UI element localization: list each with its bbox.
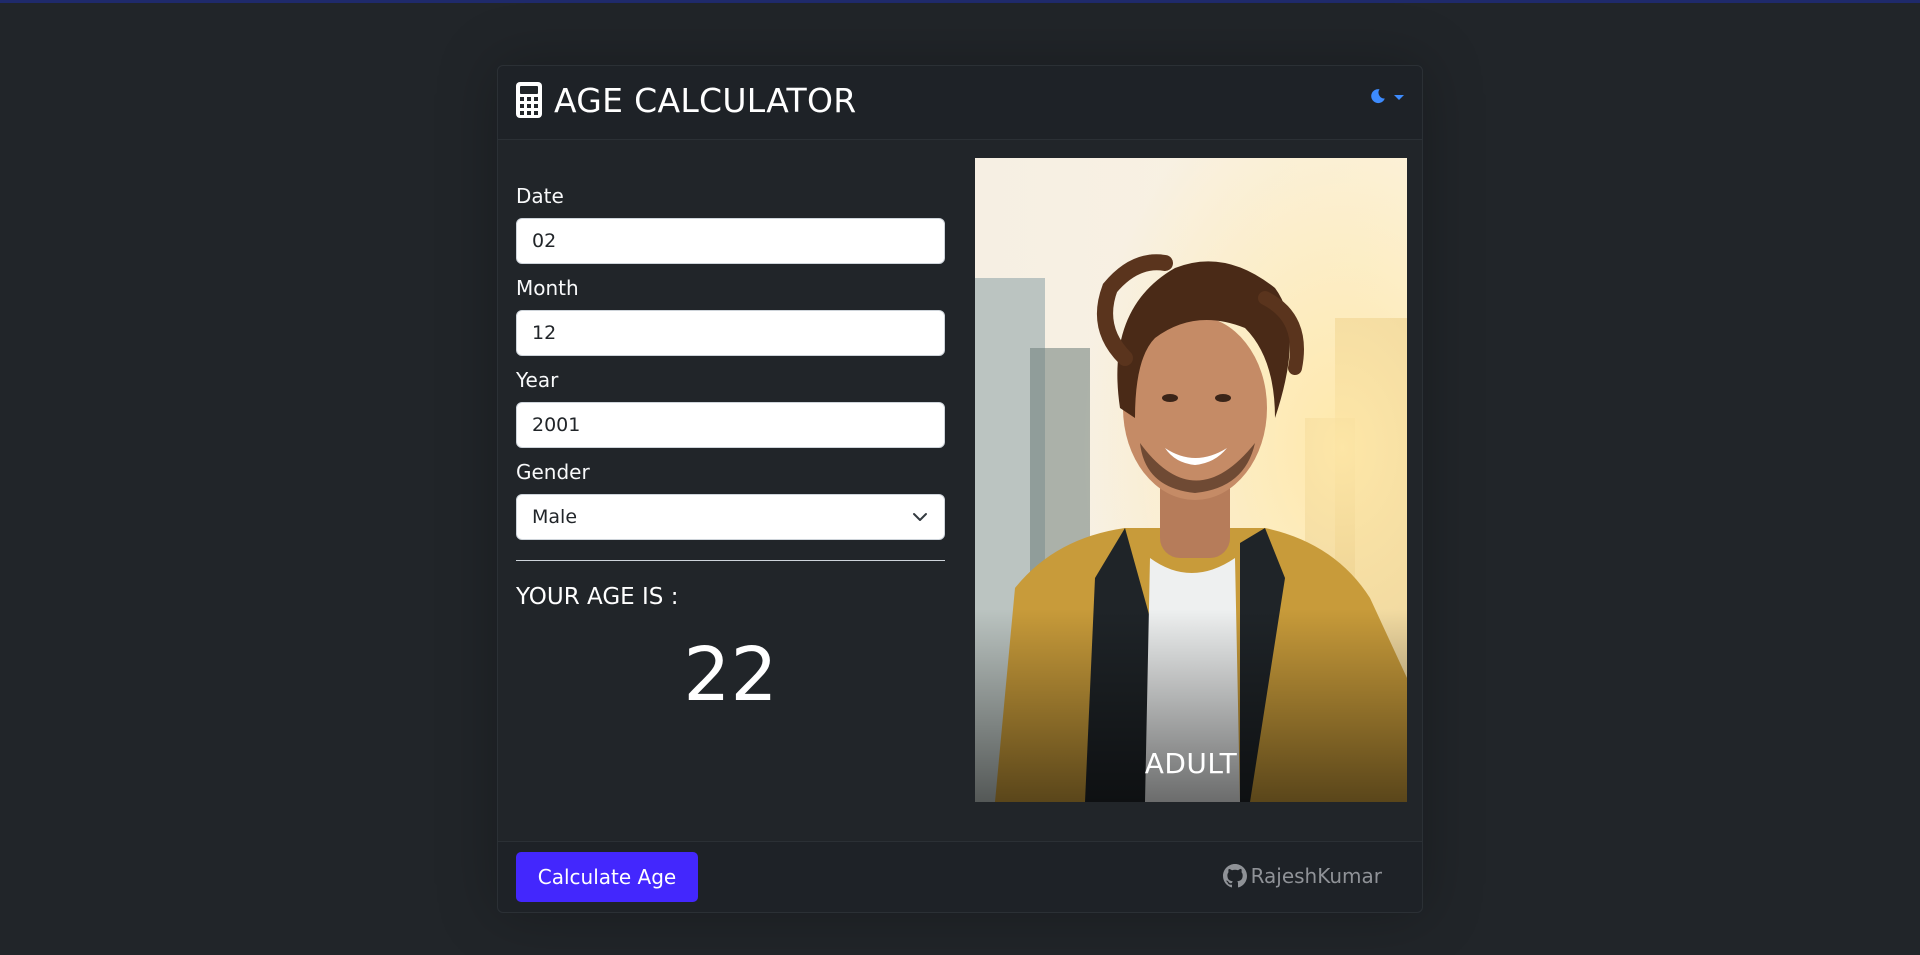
- age-value: 22: [683, 632, 778, 718]
- age-form: Date Month Year Gender Male YOUR AGE IS …: [516, 183, 945, 715]
- github-profile-link[interactable]: RajeshKumar: [1222, 864, 1382, 888]
- card-footer: Calculate Age RajeshKumar: [498, 841, 1422, 912]
- calculator-icon: [516, 82, 542, 118]
- card-header: AGE CALCULATOR: [498, 66, 1422, 140]
- date-input[interactable]: [516, 218, 945, 264]
- month-field-group: Month: [516, 275, 945, 356]
- age-heading: YOUR AGE IS :: [516, 584, 679, 610]
- gender-select[interactable]: Male: [516, 494, 945, 540]
- month-input[interactable]: [516, 310, 945, 356]
- month-label: Month: [516, 276, 579, 300]
- page-title: AGE CALCULATOR: [554, 80, 857, 120]
- github-icon: [1222, 864, 1247, 888]
- theme-toggle-dropdown[interactable]: [1370, 88, 1404, 104]
- year-field-group: Year: [516, 367, 945, 448]
- date-field-group: Date: [516, 183, 945, 264]
- gender-select-value: Male: [532, 506, 578, 528]
- calculate-age-button[interactable]: Calculate Age: [516, 852, 698, 902]
- age-category-label: ADULT: [1144, 747, 1238, 780]
- github-username: RajeshKumar: [1250, 864, 1382, 888]
- divider: [516, 560, 945, 561]
- year-label: Year: [516, 368, 559, 392]
- gender-field-group: Gender Male: [516, 459, 945, 540]
- age-category-image: ADULT: [975, 158, 1407, 802]
- moon-icon: [1371, 89, 1385, 104]
- chevron-down-icon: [913, 513, 927, 521]
- title-wrap: AGE CALCULATOR: [516, 78, 857, 122]
- chevron-down-icon: [1394, 94, 1404, 100]
- age-calculator-card: AGE CALCULATOR Date Month Year Gender Ma…: [497, 65, 1423, 913]
- top-accent-line: [0, 0, 1920, 3]
- gender-label: Gender: [516, 460, 590, 484]
- year-input[interactable]: [516, 402, 945, 448]
- date-label: Date: [516, 184, 564, 208]
- adult-portrait-image: [975, 158, 1407, 802]
